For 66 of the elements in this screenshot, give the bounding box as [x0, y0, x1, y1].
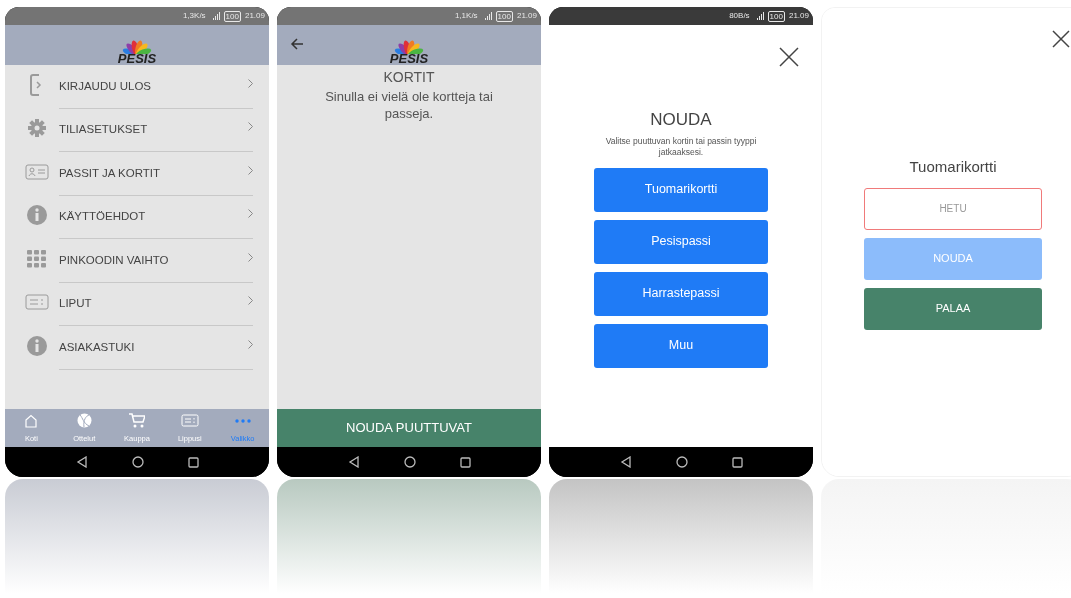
menu-label: TILIASETUKSET [59, 122, 148, 138]
menu-label: KÄYTTÖEHDOT [59, 209, 146, 225]
network-speed: 1,1K/s [454, 10, 478, 22]
chevron-right-icon [248, 78, 253, 88]
recents-square-icon[interactable] [187, 456, 199, 468]
back-arrow-icon[interactable] [290, 38, 304, 50]
menu-label: ASIAKASTUKI [59, 339, 135, 355]
card-type-button[interactable]: Harrastepassi [594, 271, 768, 316]
return-button[interactable]: PALAA [864, 287, 1042, 330]
network-speed: 1,3K/s [182, 10, 206, 22]
menu-label: KIRJAUDU ULOS [59, 78, 152, 94]
menu-item[interactable]: KÄYTTÖEHDOT [19, 195, 253, 239]
chevron-right-icon [248, 296, 253, 306]
dialog-subtitle: Valitse puuttuvan kortin tai passin tyyppi jatkaaksesi. [604, 135, 758, 158]
clock-time: 21.09 [244, 10, 265, 22]
logo-text: PESIS [117, 52, 157, 65]
chevron-right-icon [248, 252, 253, 262]
chevron-right-icon [248, 122, 253, 132]
recents-square-icon[interactable] [731, 456, 743, 468]
home-circle-icon[interactable] [131, 456, 144, 468]
menu-item[interactable]: PINKOODIN VAIHTO [19, 239, 253, 283]
close-icon[interactable] [1052, 30, 1070, 48]
menu-item[interactable]: KIRJAUDU ULOS [19, 65, 253, 109]
fetch-missing-button[interactable]: NOUDA PUUTTUVAT [277, 409, 541, 447]
info-icon [26, 205, 47, 226]
back-triangle-icon[interactable] [619, 456, 632, 468]
id-card-icon [24, 163, 49, 180]
ticket-icon [180, 414, 199, 427]
cart-icon [129, 413, 145, 428]
menu-label: LIPUT [59, 296, 92, 312]
clock-time: 21.09 [516, 10, 537, 22]
back-triangle-icon[interactable] [75, 456, 88, 468]
battery-icon: 100 [767, 10, 785, 22]
card-type-button[interactable]: Muu [594, 323, 768, 368]
more-dots-icon [234, 418, 251, 423]
logo-text: PESIS [389, 52, 429, 65]
empty-message: Sinulla ei vielä ole kortteja tai passeja. [324, 88, 494, 122]
form-title: Tuomarikortti [909, 157, 997, 177]
house-icon [24, 413, 39, 428]
chevron-right-icon [248, 165, 253, 175]
recents-square-icon[interactable] [459, 456, 471, 468]
menu-item[interactable]: ASIAKASTUKI [19, 326, 253, 370]
ticket-icon [24, 294, 49, 311]
id-number-field[interactable]: HETU [864, 187, 1042, 230]
dialog-title: NOUDA [650, 109, 712, 131]
network-speed: 80B/s [729, 10, 750, 22]
home-circle-icon[interactable] [675, 456, 688, 468]
card-type-button[interactable]: Pesispassi [594, 219, 768, 264]
menu-label: PINKOODIN VAIHTO [59, 252, 169, 268]
battery-icon: 100 [495, 10, 513, 22]
menu-item[interactable]: TILIASETUKSET [19, 108, 253, 152]
menu-item[interactable]: LIPUT [19, 282, 253, 326]
page-title: KORTIT [383, 68, 435, 87]
card-type-button[interactable]: Tuomarikortti [594, 167, 768, 212]
battery-icon: 100 [223, 10, 241, 22]
chevron-right-icon [248, 209, 253, 219]
menu-item[interactable]: PASSIT JA KORTIT [19, 152, 253, 196]
close-icon[interactable] [779, 47, 799, 67]
info-icon [26, 335, 47, 356]
clock-time: 21.09 [788, 10, 809, 22]
home-circle-icon[interactable] [403, 456, 416, 468]
menu-label: PASSIT JA KORTIT [59, 165, 160, 181]
chevron-right-icon [248, 339, 253, 349]
back-triangle-icon[interactable] [347, 456, 360, 468]
keypad-icon [26, 249, 47, 268]
ball-icon [76, 413, 92, 428]
